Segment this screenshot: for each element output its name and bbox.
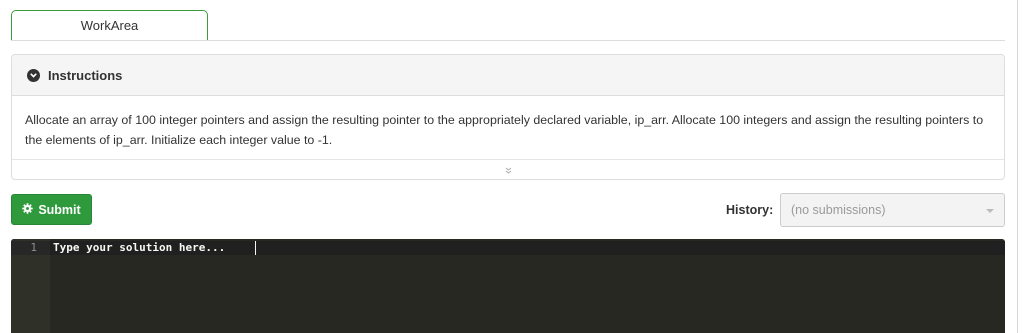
history-label: History: <box>726 203 774 217</box>
line-number: 1 <box>30 241 37 254</box>
tab-divider <box>11 40 1005 41</box>
history-selected-value: (no submissions) <box>791 203 886 217</box>
history-select[interactable]: (no submissions) <box>780 193 1005 227</box>
tab-label: WorkArea <box>80 18 139 33</box>
gear-icon <box>22 202 34 217</box>
instructions-expand-bar[interactable] <box>12 159 1004 180</box>
chevron-circle-down-icon[interactable] <box>27 68 40 82</box>
window-edge <box>1017 0 1018 333</box>
editor-placeholder[interactable]: Type your solution here... <box>53 241 225 255</box>
code-editor[interactable]: 1 Type your solution here... <box>11 239 1005 333</box>
text-cursor <box>255 241 256 255</box>
double-chevron-down-icon[interactable] <box>505 161 512 179</box>
instructions-panel: Instructions Allocate an array of 100 in… <box>11 54 1005 180</box>
submit-button[interactable]: Submit <box>11 194 92 225</box>
tab-workarea[interactable]: WorkArea <box>11 10 208 40</box>
submit-label: Submit <box>38 202 81 217</box>
instructions-header[interactable]: Instructions <box>12 55 1004 96</box>
instructions-text: Allocate an array of 100 integer pointer… <box>25 113 984 147</box>
caret-down-icon <box>986 209 994 213</box>
instructions-title: Instructions <box>48 67 123 83</box>
